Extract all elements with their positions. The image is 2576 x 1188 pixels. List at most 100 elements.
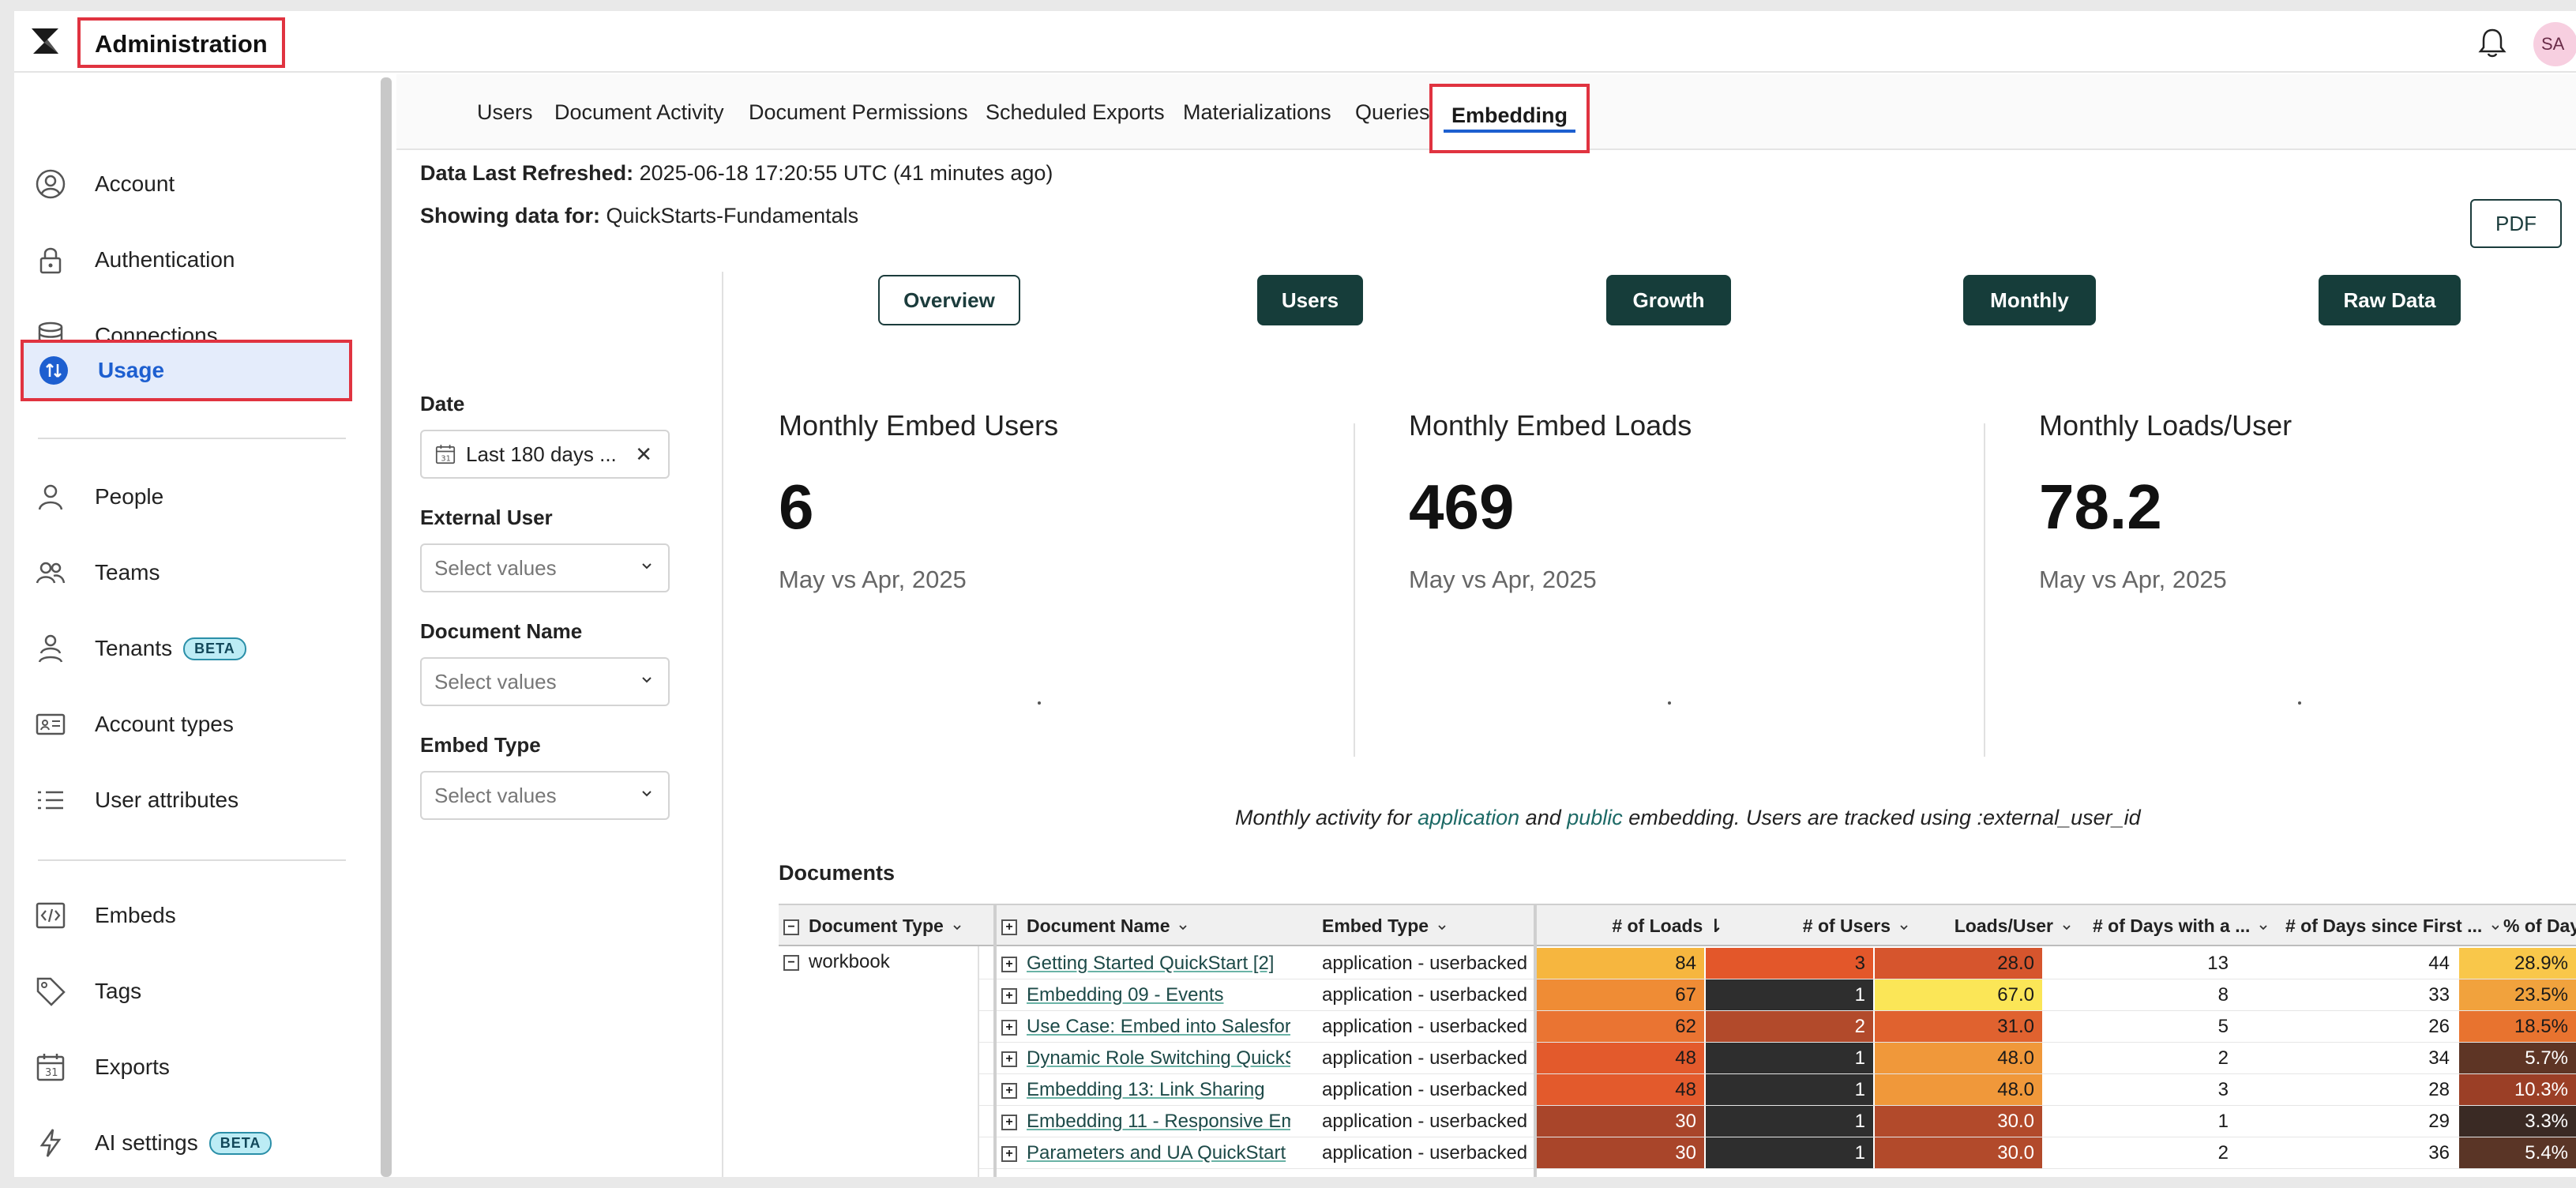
sidebar-item-people[interactable]: People (21, 466, 352, 528)
document-name-cell: + Use Case: Embed into Salesforc... (1001, 1011, 1290, 1043)
svg-text:31: 31 (45, 1067, 58, 1079)
column-header-days-since-first[interactable]: # of Days since First ... (2285, 905, 2499, 946)
documents-heading: Documents (779, 861, 896, 885)
user-circle-icon (33, 167, 68, 201)
date-filter-value: Last 180 days ... (466, 442, 617, 466)
loads-per-user-cell: 48.0 (1875, 1043, 2042, 1074)
overview-button[interactable]: Overview (878, 275, 1020, 325)
expand-icon[interactable]: + (1001, 1114, 1017, 1130)
document-name-cell: + Embedding 11 - Responsive Emb... (1001, 1106, 1290, 1137)
document-name-select[interactable]: Select values (420, 657, 670, 706)
expand-icon[interactable]: + (1001, 956, 1017, 972)
chevron-down-icon (2259, 925, 2268, 930)
expand-icon[interactable]: + (1001, 987, 1017, 1004)
sidebar-item-tags[interactable]: Tags (21, 961, 352, 1022)
table-header: − Document Type + Document Name Embed Type… (779, 904, 2576, 946)
raw-data-button[interactable]: Raw Data (2319, 275, 2461, 325)
embed-type-cell: application - userbacked (1322, 1079, 1527, 1100)
sidebar-scrollbar[interactable] (381, 77, 392, 1177)
application-link[interactable]: application (1418, 806, 1519, 829)
embed-type-select[interactable]: Select values (420, 771, 670, 820)
document-link[interactable]: Embedding 13: Link Sharing (1027, 1079, 1265, 1100)
sidebar-item-tenants[interactable]: Tenants BETA (21, 618, 352, 679)
tab-materializations[interactable]: Materializations (1183, 93, 1331, 131)
sidebar-item-label: Account (95, 171, 175, 196)
pct-days-cell: 10.3% (2459, 1074, 2576, 1106)
panel-divider (722, 272, 723, 1177)
expand-icon[interactable]: + (1001, 1082, 1017, 1099)
column-header-loads[interactable]: # of Loads ⇂ (1568, 905, 1744, 946)
loads-cell: 62 (1537, 1011, 1704, 1043)
chevron-down-icon (2063, 925, 2071, 930)
clear-icon[interactable]: ✕ (635, 442, 652, 467)
bolt-icon (33, 1126, 68, 1160)
document-link[interactable]: Embedding 09 - Events (1027, 984, 1223, 1006)
column-header-days-with[interactable]: # of Days with a ... (2093, 905, 2282, 946)
kpi-subtitle: May vs Apr, 2025 (779, 566, 967, 593)
table-row: + Embedding 11 - Responsive Emb... applica… (779, 1106, 2576, 1137)
top-bar: Administration SA (14, 11, 2576, 73)
sidebar-item-label: Embeds (95, 903, 176, 927)
document-link[interactable]: Embedding 11 - Responsive Emb... (1027, 1111, 1290, 1132)
sidebar-item-account-types[interactable]: Account types (21, 694, 352, 755)
sidebar-item-label: Account types (95, 712, 234, 736)
column-header-document-type[interactable]: − Document Type (783, 905, 973, 946)
tab-document-activity[interactable]: Document Activity (554, 93, 724, 131)
kpi-value: 469 (1409, 472, 1515, 542)
loads-cell: 30 (1537, 1137, 1704, 1169)
external-user-select[interactable]: Select values (420, 543, 670, 592)
document-link[interactable]: Parameters and UA QuickStart (1027, 1142, 1286, 1164)
table-row: + Getting Started QuickStart [2] applicati… (779, 948, 2576, 979)
usage-icon (36, 353, 71, 388)
avatar[interactable]: SA (2533, 22, 2576, 66)
calendar-icon: 31 (435, 445, 456, 464)
tab-users[interactable]: Users (477, 93, 533, 131)
sidebar-item-exports[interactable]: 31 Exports (21, 1036, 352, 1098)
sigma-logo-icon[interactable] (27, 22, 65, 60)
calendar-icon: 31 (33, 1050, 68, 1085)
loads-per-user-cell: 28.0 (1875, 948, 2042, 979)
sparkline-dot (2298, 701, 2301, 705)
tab-queries[interactable]: Queries (1355, 93, 1430, 131)
expand-icon[interactable]: + (1001, 919, 1017, 935)
tab-embedding[interactable]: Embedding (1429, 84, 1590, 153)
pct-days-cell: 18.5% (2459, 1011, 2576, 1043)
pdf-button[interactable]: PDF (2470, 199, 2562, 248)
sidebar-item-usage[interactable]: Usage (21, 340, 352, 401)
sidebar-item-embeds[interactable]: Embeds (21, 885, 352, 946)
column-header-embed-type[interactable]: Embed Type (1322, 905, 1519, 946)
document-link[interactable]: Dynamic Role Switching QuickSt... (1027, 1047, 1290, 1069)
chevron-down-icon (642, 563, 652, 570)
sidebar-item-authentication[interactable]: Authentication (21, 229, 352, 291)
expand-icon[interactable]: + (1001, 1145, 1017, 1162)
column-header-pct-days[interactable]: % of Days w/ ... (2503, 905, 2576, 946)
sidebar: Account Authentication Connections Usage… (14, 74, 377, 1177)
tab-scheduled-exports[interactable]: Scheduled Exports (986, 93, 1165, 131)
column-header-users[interactable]: # of Users (1758, 905, 1924, 946)
column-header-loads-per-user[interactable]: Loads/User (1928, 905, 2086, 946)
days-with-cell: 13 (2044, 948, 2236, 979)
loads-per-user-cell: 31.0 (1875, 1011, 2042, 1043)
bell-icon[interactable] (2475, 25, 2510, 60)
growth-button[interactable]: Growth (1606, 275, 1731, 325)
sidebar-item-teams[interactable]: Teams (21, 542, 352, 603)
document-name-cell: + Getting Started QuickStart [2] (1001, 948, 1290, 979)
sort-desc-icon[interactable]: ⇂ (1708, 915, 1723, 936)
column-header-document-name[interactable]: + Document Name (1001, 905, 1286, 946)
monthly-button[interactable]: Monthly (1963, 275, 2096, 325)
date-filter[interactable]: 31 Last 180 days ... ✕ (420, 430, 670, 479)
sidebar-item-label: Authentication (95, 247, 235, 272)
tab-document-permissions[interactable]: Document Permissions (749, 93, 968, 131)
expand-icon[interactable]: + (1001, 1019, 1017, 1036)
public-link[interactable]: public (1567, 806, 1623, 829)
sidebar-item-user-attributes[interactable]: User attributes (21, 769, 352, 831)
sidebar-item-account[interactable]: Account (21, 153, 352, 215)
sidebar-item-ai-settings[interactable]: AI settings BETA (21, 1112, 352, 1174)
document-link[interactable]: Getting Started QuickStart [2] (1027, 953, 1274, 974)
collapse-icon[interactable]: − (783, 919, 799, 935)
table-row: + Embedding 13: Link Sharing application -… (779, 1074, 2576, 1106)
users-button[interactable]: Users (1257, 275, 1363, 325)
sparkline-dot (1038, 701, 1041, 705)
expand-icon[interactable]: + (1001, 1051, 1017, 1067)
document-link[interactable]: Use Case: Embed into Salesforc... (1027, 1016, 1290, 1037)
